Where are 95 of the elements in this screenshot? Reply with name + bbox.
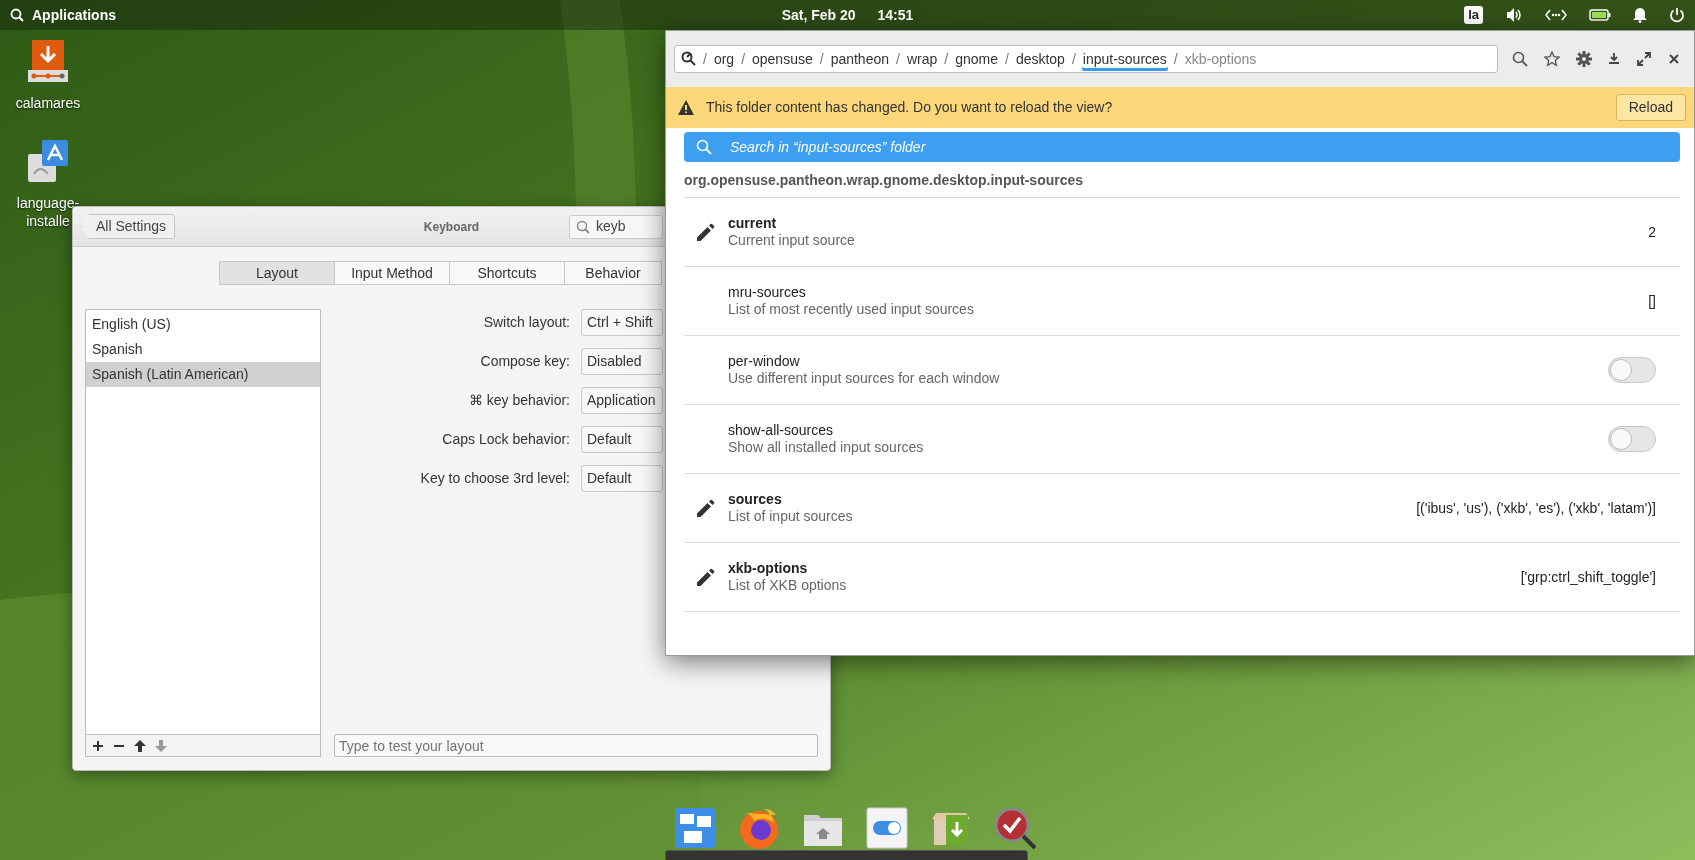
tab[interactable]: Behavior [564, 261, 662, 285]
path-separator: / [819, 49, 824, 69]
date-text: Sat, Feb 20 [781, 5, 856, 25]
search-field[interactable]: keyb [569, 214, 663, 239]
key-description: Current input source [728, 232, 855, 249]
keyboard-layout-indicator[interactable]: la [1464, 6, 1483, 24]
notification-bell-icon[interactable] [1633, 7, 1647, 23]
key-description: List of input sources [728, 508, 853, 525]
power-icon[interactable] [1669, 7, 1685, 23]
key-name: mru-sources [728, 284, 807, 301]
setting-label: ⌘ key behavior: [467, 391, 570, 410]
search-icon [576, 219, 590, 234]
back-button[interactable]: All Settings [81, 214, 176, 239]
key-value: ['grp:ctrl_shift_toggle'] [1520, 567, 1656, 587]
setting-label: Switch layout: [482, 313, 570, 332]
settings-icon[interactable] [1576, 51, 1592, 67]
switch-icon[interactable] [864, 805, 910, 851]
path-segment[interactable]: org [712, 47, 736, 71]
tab[interactable]: Layout [219, 261, 335, 285]
search-icon [10, 8, 24, 22]
list-item[interactable]: Spanish (Latin American) [86, 362, 320, 387]
warning-icon [678, 100, 694, 115]
path-segment[interactable]: xkb-options [1183, 47, 1258, 71]
key-description: Show all installed input sources [728, 439, 924, 456]
dropdown[interactable]: Application [581, 387, 663, 414]
add-icon[interactable] [92, 739, 104, 752]
path-segment[interactable]: desktop [1014, 47, 1066, 71]
list-item[interactable]: Spanish [86, 337, 320, 362]
path-separator: / [741, 49, 745, 69]
path-separator: / [1173, 49, 1178, 69]
key-description: List of XKB options [728, 577, 847, 594]
toggle-switch[interactable] [1608, 357, 1656, 383]
key-row[interactable]: sources List of input sources [('ibus', 'us'), ('xkb', 'es'), ('xkb', 'latam')] [684, 474, 1680, 543]
dropdown[interactable]: Disabled [581, 348, 663, 375]
tab[interactable]: Input Method [334, 261, 450, 285]
folder-path: org.opensuse.pantheon.wrap.gnome.desktop.input-sources [684, 170, 1680, 198]
setting-label: Key to choose 3rd level: [419, 469, 570, 488]
key-name: xkb-options [728, 560, 809, 577]
key-row[interactable]: current Current input source 2 [684, 198, 1680, 267]
arrow-up-icon[interactable] [134, 739, 146, 752]
list-item[interactable]: English (US) [86, 312, 320, 337]
key-row[interactable]: show-all-sources Show all installed input sources [684, 405, 1680, 474]
desktop-icon-label: calamares [14, 94, 82, 112]
magnifier-check-icon[interactable] [992, 805, 1038, 851]
download-icon[interactable] [1608, 51, 1620, 67]
path-separator: / [1005, 49, 1009, 69]
setting-label: Caps Lock behavior: [441, 430, 570, 449]
dropdown[interactable]: Default [581, 426, 663, 453]
volume-icon[interactable] [1505, 7, 1523, 23]
key-row[interactable]: mru-sources List of most recently used input sources [] [684, 267, 1680, 336]
path-segment[interactable]: input-sources [1081, 47, 1168, 71]
path-separator: / [944, 49, 949, 69]
reload-button[interactable]: Reload [1615, 94, 1686, 121]
search-icon[interactable] [1512, 51, 1528, 67]
info-message: This folder content has changed. Do you want to reload the view? [706, 98, 1113, 117]
key-name: per-window [728, 353, 801, 370]
search-input[interactable]: Search in “input-sources” folder [728, 135, 1668, 159]
toggle-knob [1610, 428, 1632, 450]
dropdown[interactable]: Default [581, 465, 663, 492]
setting-label: Compose key: [479, 352, 570, 371]
network-icon[interactable] [1545, 8, 1567, 22]
path-segment[interactable]: opensuse [751, 47, 814, 71]
star-icon[interactable] [1544, 51, 1560, 67]
dropdown[interactable]: Ctrl + Shift [581, 309, 663, 336]
path-separator: / [703, 49, 707, 69]
key-value: 2 [1648, 222, 1656, 242]
applications-menu[interactable]: Applications [10, 4, 116, 26]
key-name: sources [728, 491, 783, 508]
search-field[interactable]: Search in “input-sources” folder [684, 132, 1680, 162]
clock-text: 14:51 [877, 5, 914, 25]
toggle-knob [1610, 359, 1632, 381]
magnifier-icon[interactable] [681, 51, 697, 67]
path-segment[interactable]: pantheon [829, 47, 891, 71]
path-segment[interactable]: wrap [905, 47, 939, 71]
test-input-field[interactable]: Type to test your layout [334, 734, 818, 757]
tiles-icon[interactable] [672, 805, 718, 851]
search-input[interactable]: keyb [596, 216, 656, 237]
key-row[interactable]: xkb-options List of XKB options ['grp:ctrl_shift_toggle'] [684, 543, 1680, 612]
key-row[interactable]: per-window Use different input sources for each window [684, 336, 1680, 405]
tab[interactable]: Shortcuts [449, 261, 565, 285]
key-value: [] [1648, 291, 1656, 311]
search-icon [696, 139, 712, 155]
key-name: show-all-sources [728, 422, 835, 439]
toggle-switch[interactable] [1608, 426, 1656, 452]
key-description: Use different input sources for each window [728, 370, 1000, 387]
maximize-icon[interactable] [1636, 51, 1652, 67]
key-name: current [728, 215, 778, 232]
path-separator: / [1071, 49, 1076, 69]
battery-icon[interactable] [1589, 9, 1611, 21]
desktop-icon-label: language-installe [15, 194, 81, 230]
window-title: Keyboard [423, 218, 480, 236]
path-segment[interactable]: gnome [954, 47, 999, 71]
key-value: [('ibus', 'us'), ('xkb', 'es'), ('xkb', 'latam')] [1416, 498, 1656, 518]
key-description: List of most recently used input sources [728, 301, 974, 318]
path-separator: / [896, 49, 900, 69]
